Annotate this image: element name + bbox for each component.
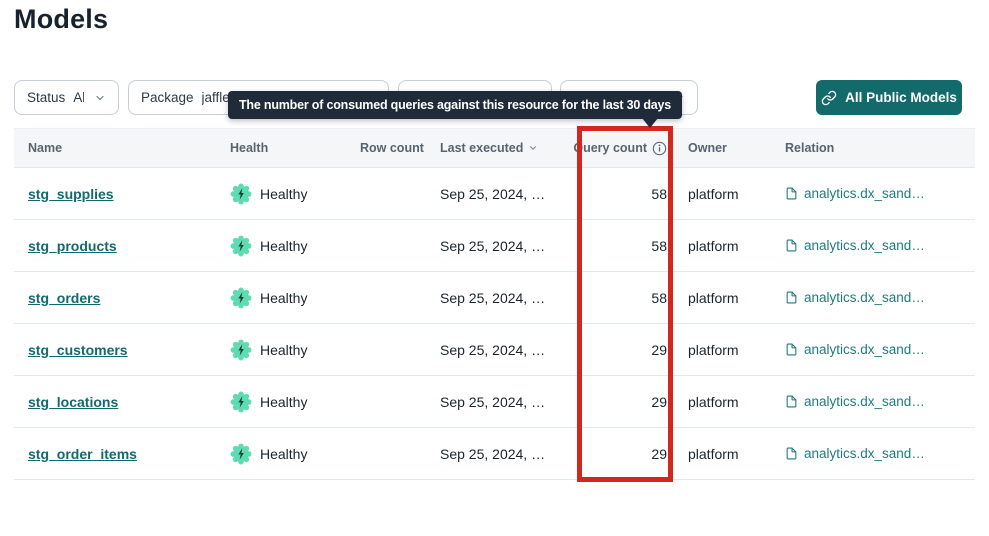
owner-value: platform: [667, 290, 785, 306]
last-executed-value: Sep 25, 2024, …: [440, 290, 586, 306]
health-badge-icon: [230, 287, 252, 309]
owner-value: platform: [667, 446, 785, 462]
column-header-name[interactable]: Name: [28, 141, 230, 155]
relation-link[interactable]: analytics.dx_sand…: [785, 186, 925, 201]
file-icon: [785, 186, 798, 201]
health-badge-icon: [230, 235, 252, 257]
column-header-owner[interactable]: Owner: [667, 141, 785, 155]
relation-text: analytics.dx_sand…: [804, 186, 925, 201]
file-icon: [785, 394, 798, 409]
table-row: stg_locations Healthy Sep 25, 2024, … 29…: [14, 376, 975, 428]
query-count-value: 58: [586, 238, 667, 254]
health-status: Healthy: [260, 394, 307, 410]
query-count-label: Query count: [573, 141, 647, 155]
query-count-tooltip: The number of consumed queries against t…: [228, 91, 682, 119]
file-icon: [785, 342, 798, 357]
last-executed-label: Last executed: [440, 141, 523, 155]
owner-value: platform: [667, 238, 785, 254]
link-icon: [821, 90, 837, 106]
relation-text: analytics.dx_sand…: [804, 290, 925, 305]
tooltip-text: The number of consumed queries against t…: [239, 98, 671, 112]
status-filter-value: All: [73, 90, 84, 105]
page-title: Models: [14, 4, 108, 35]
query-count-value: 29: [586, 394, 667, 410]
column-header-last-executed[interactable]: Last executed: [440, 141, 586, 155]
file-icon: [785, 446, 798, 461]
last-executed-value: Sep 25, 2024, …: [440, 186, 586, 202]
column-header-query-count[interactable]: Query count: [586, 141, 667, 156]
relation-text: analytics.dx_sand…: [804, 238, 925, 253]
relation-link[interactable]: analytics.dx_sand…: [785, 238, 925, 253]
health-status: Healthy: [260, 186, 307, 202]
health-status: Healthy: [260, 446, 307, 462]
health-badge-icon: [230, 183, 252, 205]
relation-link[interactable]: analytics.dx_sand…: [785, 342, 925, 357]
query-count-value: 29: [586, 342, 667, 358]
info-icon[interactable]: [652, 141, 667, 156]
column-header-health[interactable]: Health: [230, 141, 360, 155]
query-count-value: 58: [586, 290, 667, 306]
query-count-value: 58: [586, 186, 667, 202]
health-badge-icon: [230, 339, 252, 361]
relation-text: analytics.dx_sand…: [804, 342, 925, 357]
last-executed-value: Sep 25, 2024, …: [440, 342, 586, 358]
all-public-models-button[interactable]: All Public Models: [816, 80, 962, 115]
table-row: stg_products Healthy Sep 25, 2024, … 58 …: [14, 220, 975, 272]
health-status: Healthy: [260, 238, 307, 254]
relation-text: analytics.dx_sand…: [804, 446, 925, 461]
model-name-link[interactable]: stg_orders: [28, 290, 100, 306]
column-header-row-count[interactable]: Row count: [360, 141, 440, 155]
sort-chevron-down-icon: [528, 143, 538, 153]
model-name-link[interactable]: stg_supplies: [28, 186, 114, 202]
table-row: stg_customers Healthy Sep 25, 2024, … 29…: [14, 324, 975, 376]
health-badge-icon: [230, 443, 252, 465]
owner-value: platform: [667, 186, 785, 202]
tooltip-caret: [642, 118, 658, 128]
model-name-link[interactable]: stg_customers: [28, 342, 128, 358]
query-count-value: 29: [586, 446, 667, 462]
models-table: Name Health Row count Last executed Quer…: [14, 128, 975, 480]
table-row: stg_order_items Healthy Sep 25, 2024, … …: [14, 428, 975, 480]
package-filter-label: Package: [141, 90, 194, 105]
table-row: stg_orders Healthy Sep 25, 2024, … 58 pl…: [14, 272, 975, 324]
model-name-link[interactable]: stg_products: [28, 238, 117, 254]
health-status: Healthy: [260, 342, 307, 358]
models-page: Models Status All Package jaffle_ All Pu…: [0, 0, 989, 536]
file-icon: [785, 238, 798, 253]
owner-value: platform: [667, 394, 785, 410]
relation-link[interactable]: analytics.dx_sand…: [785, 446, 925, 461]
column-header-relation[interactable]: Relation: [785, 141, 961, 155]
status-filter-label: Status: [27, 90, 65, 105]
table-row: stg_supplies Healthy Sep 25, 2024, … 58 …: [14, 168, 975, 220]
all-public-models-label: All Public Models: [845, 90, 957, 105]
table-header-row: Name Health Row count Last executed Quer…: [14, 128, 975, 168]
last-executed-value: Sep 25, 2024, …: [440, 446, 586, 462]
relation-link[interactable]: analytics.dx_sand…: [785, 290, 925, 305]
health-badge-icon: [230, 391, 252, 413]
chevron-down-icon: [94, 92, 106, 104]
last-executed-value: Sep 25, 2024, …: [440, 394, 586, 410]
health-status: Healthy: [260, 290, 307, 306]
last-executed-value: Sep 25, 2024, …: [440, 238, 586, 254]
model-name-link[interactable]: stg_locations: [28, 394, 118, 410]
relation-text: analytics.dx_sand…: [804, 394, 925, 409]
relation-link[interactable]: analytics.dx_sand…: [785, 394, 925, 409]
file-icon: [785, 290, 798, 305]
model-name-link[interactable]: stg_order_items: [28, 446, 137, 462]
status-filter[interactable]: Status All: [14, 80, 119, 115]
owner-value: platform: [667, 342, 785, 358]
